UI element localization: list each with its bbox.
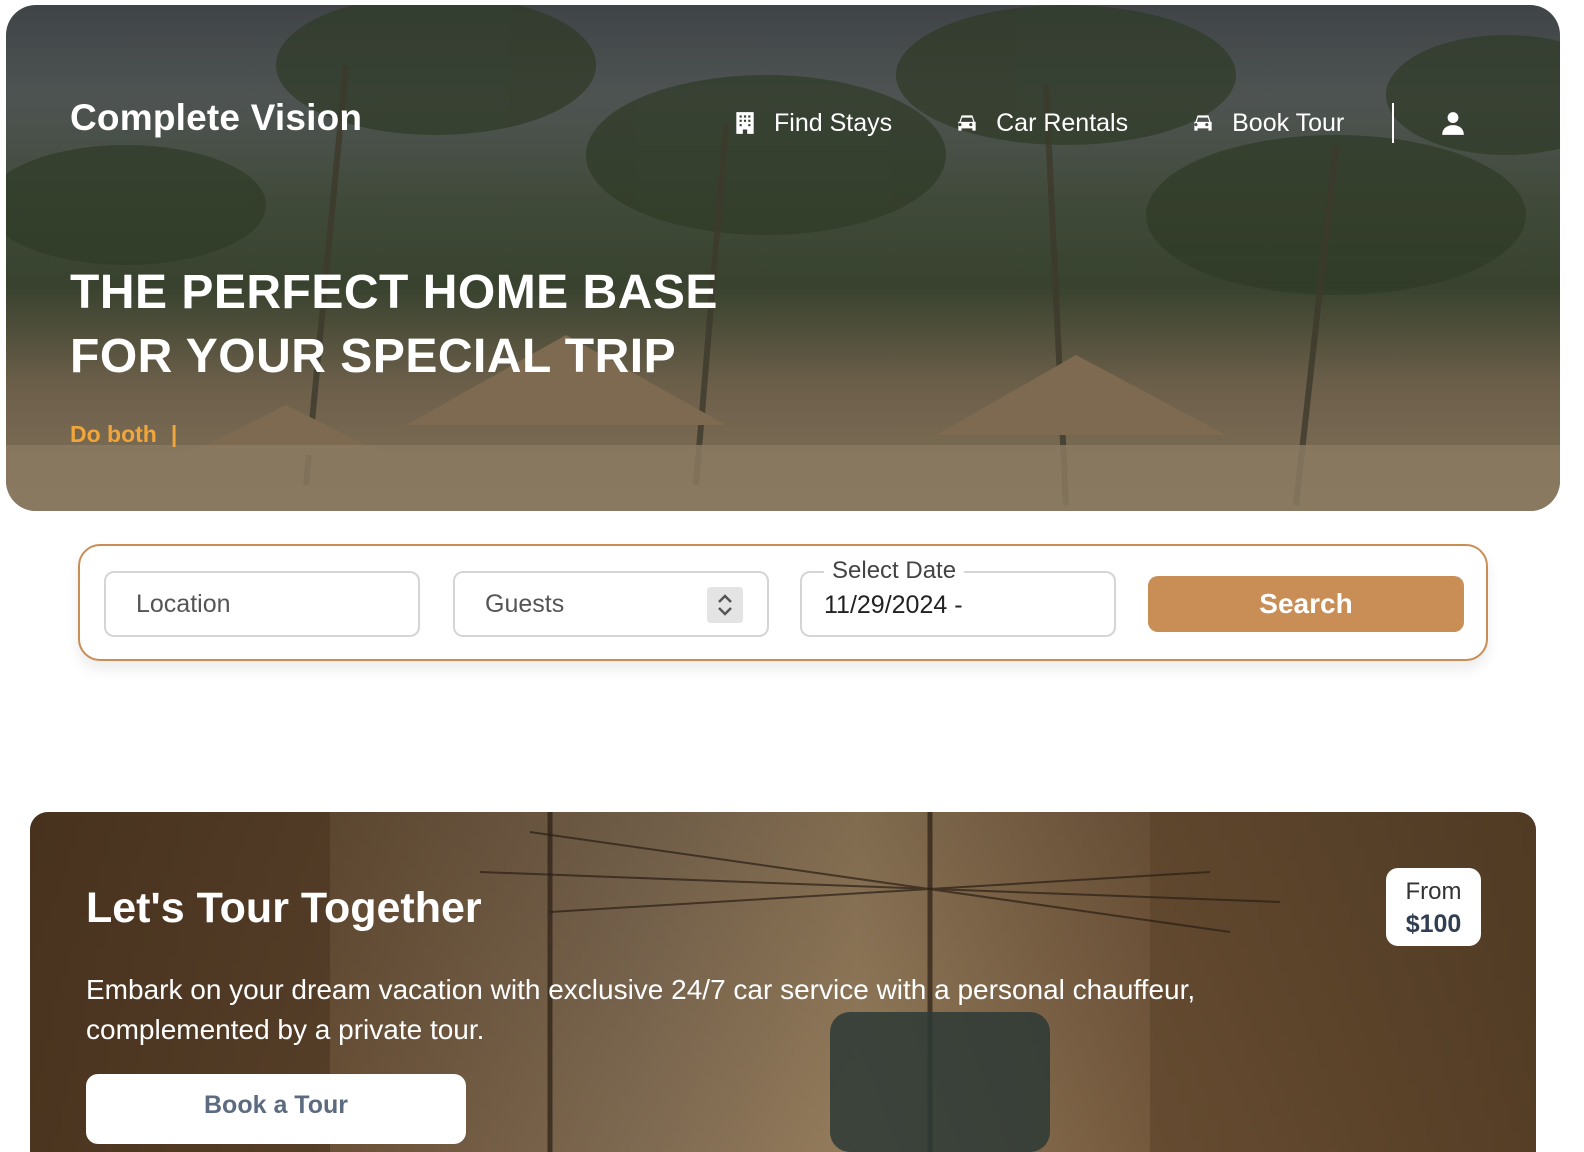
nav-book-tour[interactable]: Book Tour xyxy=(1190,109,1344,138)
typing-text: Do both | xyxy=(70,421,177,448)
tour-card: Let's Tour Together Embark on your dream… xyxy=(30,812,1536,1152)
tour-title: Let's Tour Together xyxy=(86,884,482,932)
price-amount: $100 xyxy=(1405,910,1462,938)
date-field[interactable]: Select Date 11/29/2024 - xyxy=(800,557,1116,637)
car-icon xyxy=(958,115,976,131)
nav-car-rentals-label: Car Rentals xyxy=(996,108,1129,137)
nav-divider xyxy=(1392,103,1395,143)
car-icon xyxy=(1194,115,1212,131)
guests-field[interactable] xyxy=(453,571,769,637)
date-value[interactable]: 11/29/2024 - xyxy=(824,591,963,620)
date-label: Select Date xyxy=(824,557,965,585)
main-nav: Find Stays Car Rentals Book Tour xyxy=(732,101,1466,145)
location-input[interactable] xyxy=(106,573,418,635)
nav-find-stays[interactable]: Find Stays xyxy=(732,109,892,138)
book-tour-button[interactable]: Book a Tour xyxy=(86,1074,466,1144)
stepper-arrows-icon[interactable] xyxy=(707,587,743,623)
hero-headline: THE PERFECT HOME BASE FOR YOUR SPECIAL T… xyxy=(70,261,830,389)
search-button[interactable]: Search xyxy=(1148,576,1464,632)
nav-car-rentals[interactable]: Car Rentals xyxy=(954,109,1128,138)
price-prefix: From xyxy=(1405,878,1462,905)
typing-caret: | xyxy=(170,421,178,447)
brand-logo[interactable]: Complete Vision xyxy=(70,97,362,139)
search-panel: Select Date 11/29/2024 - Search xyxy=(78,544,1488,661)
nav-book-tour-label: Book Tour xyxy=(1232,108,1345,137)
headline-line-1: THE PERFECT HOME BASE xyxy=(70,266,718,319)
tour-description: Embark on your dream vacation with exclu… xyxy=(86,974,1196,1045)
typing-word: Do both xyxy=(70,421,157,447)
price-badge: From $100 xyxy=(1386,868,1481,946)
hero-banner: Complete Vision Find Stays Car Rentals B… xyxy=(6,5,1560,511)
location-field[interactable] xyxy=(104,571,420,637)
palm-village-background xyxy=(6,5,1560,511)
user-icon[interactable] xyxy=(1440,109,1466,137)
headline-line-2: FOR YOUR SPECIAL TRIP xyxy=(70,330,677,383)
building-icon xyxy=(736,112,754,134)
nav-find-stays-label: Find Stays xyxy=(774,108,893,137)
